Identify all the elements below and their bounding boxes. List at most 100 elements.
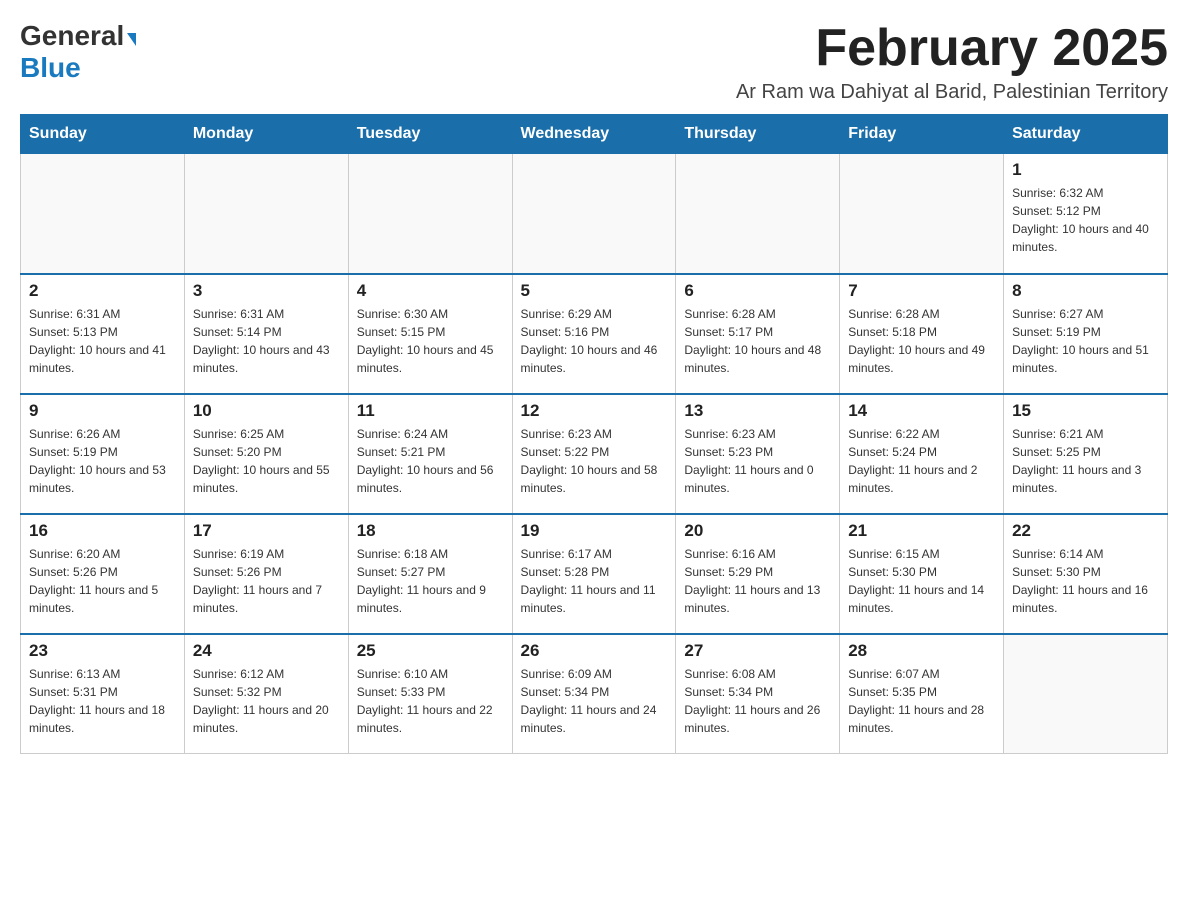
calendar-cell: 3 Sunrise: 6:31 AMSunset: 5:14 PMDaylight… xyxy=(184,274,348,394)
calendar-table: Sunday Monday Tuesday Wednesday Thursday… xyxy=(20,114,1168,754)
day-number: 19 xyxy=(521,521,668,541)
day-number: 26 xyxy=(521,641,668,661)
header-saturday: Saturday xyxy=(1004,115,1168,154)
weekday-header-row: Sunday Monday Tuesday Wednesday Thursday… xyxy=(21,115,1168,154)
day-info: Sunrise: 6:14 AMSunset: 5:30 PMDaylight:… xyxy=(1012,545,1159,617)
calendar-cell: 14 Sunrise: 6:22 AMSunset: 5:24 PMDayligh… xyxy=(840,394,1004,514)
day-number: 22 xyxy=(1012,521,1159,541)
calendar-subtitle: Ar Ram wa Dahiyat al Barid, Palestinian … xyxy=(736,81,1168,104)
header-sunday: Sunday xyxy=(21,115,185,154)
day-number: 15 xyxy=(1012,401,1159,421)
calendar-cell: 6 Sunrise: 6:28 AMSunset: 5:17 PMDaylight… xyxy=(676,274,840,394)
calendar-cell: 10Sunrise: 6:25 AMSunset: 5:20 PMDayligh… xyxy=(184,394,348,514)
calendar-cell: 24Sunrise: 6:12 AMSunset: 5:32 PMDayligh… xyxy=(184,634,348,754)
calendar-cell: 11 Sunrise: 6:24 AMSunset: 5:21 PMDayligh… xyxy=(348,394,512,514)
logo: General Blue xyxy=(20,20,136,84)
calendar-cell: 9Sunrise: 6:26 AMSunset: 5:19 PMDaylight… xyxy=(21,394,185,514)
calendar-cell: 28Sunrise: 6:07 AMSunset: 5:35 PMDayligh… xyxy=(840,634,1004,754)
header-friday: Friday xyxy=(840,115,1004,154)
logo-arrow-icon xyxy=(127,33,136,46)
calendar-cell: 26 Sunrise: 6:09 AMSunset: 5:34 PMDayligh… xyxy=(512,634,676,754)
calendar-cell xyxy=(1004,634,1168,754)
calendar-cell xyxy=(676,154,840,274)
day-info: Sunrise: 6:10 AMSunset: 5:33 PMDaylight:… xyxy=(357,665,504,737)
day-number: 12 xyxy=(521,401,668,421)
day-info: Sunrise: 6:29 AMSunset: 5:16 PMDaylight:… xyxy=(521,305,668,377)
day-number: 5 xyxy=(521,281,668,301)
header-thursday: Thursday xyxy=(676,115,840,154)
day-info: Sunrise: 6:28 AMSunset: 5:18 PMDaylight:… xyxy=(848,305,995,377)
day-number: 23 xyxy=(29,641,176,661)
calendar-cell: 8 Sunrise: 6:27 AMSunset: 5:19 PMDaylight… xyxy=(1004,274,1168,394)
calendar-cell xyxy=(512,154,676,274)
day-number: 4 xyxy=(357,281,504,301)
header-monday: Monday xyxy=(184,115,348,154)
day-info: Sunrise: 6:19 AMSunset: 5:26 PMDaylight:… xyxy=(193,545,340,617)
page-header: General Blue February 2025 Ar Ram wa Dah… xyxy=(20,20,1168,104)
calendar-cell: 19 Sunrise: 6:17 AMSunset: 5:28 PMDayligh… xyxy=(512,514,676,634)
day-info: Sunrise: 6:21 AMSunset: 5:25 PMDaylight:… xyxy=(1012,425,1159,497)
calendar-cell: 12 Sunrise: 6:23 AMSunset: 5:22 PMDayligh… xyxy=(512,394,676,514)
calendar-cell: 27 Sunrise: 6:08 AMSunset: 5:34 PMDayligh… xyxy=(676,634,840,754)
day-info: Sunrise: 6:31 AMSunset: 5:13 PMDaylight:… xyxy=(29,305,176,377)
day-number: 18 xyxy=(357,521,504,541)
day-info: Sunrise: 6:13 AMSunset: 5:31 PMDaylight:… xyxy=(29,665,176,737)
day-info: Sunrise: 6:15 AMSunset: 5:30 PMDaylight:… xyxy=(848,545,995,617)
calendar-cell: 22 Sunrise: 6:14 AMSunset: 5:30 PMDayligh… xyxy=(1004,514,1168,634)
week-row-3: 16 Sunrise: 6:20 AMSunset: 5:26 PMDayligh… xyxy=(21,514,1168,634)
day-number: 1 xyxy=(1012,160,1159,180)
calendar-cell: 13 Sunrise: 6:23 AMSunset: 5:23 PMDayligh… xyxy=(676,394,840,514)
calendar-cell: 15 Sunrise: 6:21 AMSunset: 5:25 PMDayligh… xyxy=(1004,394,1168,514)
calendar-cell: 2 Sunrise: 6:31 AMSunset: 5:13 PMDaylight… xyxy=(21,274,185,394)
calendar-cell: 4 Sunrise: 6:30 AMSunset: 5:15 PMDaylight… xyxy=(348,274,512,394)
day-info: Sunrise: 6:23 AMSunset: 5:23 PMDaylight:… xyxy=(684,425,831,497)
day-info: Sunrise: 6:09 AMSunset: 5:34 PMDaylight:… xyxy=(521,665,668,737)
day-info: Sunrise: 6:32 AMSunset: 5:12 PMDaylight:… xyxy=(1012,184,1159,256)
day-info: Sunrise: 6:07 AMSunset: 5:35 PMDaylight:… xyxy=(848,665,995,737)
day-number: 25 xyxy=(357,641,504,661)
calendar-cell: 16 Sunrise: 6:20 AMSunset: 5:26 PMDayligh… xyxy=(21,514,185,634)
day-info: Sunrise: 6:24 AMSunset: 5:21 PMDaylight:… xyxy=(357,425,504,497)
day-number: 27 xyxy=(684,641,831,661)
day-info: Sunrise: 6:20 AMSunset: 5:26 PMDaylight:… xyxy=(29,545,176,617)
day-info: Sunrise: 6:22 AMSunset: 5:24 PMDaylight:… xyxy=(848,425,995,497)
day-info: Sunrise: 6:27 AMSunset: 5:19 PMDaylight:… xyxy=(1012,305,1159,377)
day-info: Sunrise: 6:31 AMSunset: 5:14 PMDaylight:… xyxy=(193,305,340,377)
day-number: 21 xyxy=(848,521,995,541)
calendar-cell: 20 Sunrise: 6:16 AMSunset: 5:29 PMDayligh… xyxy=(676,514,840,634)
week-row-2: 9Sunrise: 6:26 AMSunset: 5:19 PMDaylight… xyxy=(21,394,1168,514)
calendar-cell xyxy=(348,154,512,274)
day-number: 8 xyxy=(1012,281,1159,301)
day-info: Sunrise: 6:23 AMSunset: 5:22 PMDaylight:… xyxy=(521,425,668,497)
day-number: 6 xyxy=(684,281,831,301)
day-number: 16 xyxy=(29,521,176,541)
day-number: 9 xyxy=(29,401,176,421)
calendar-cell xyxy=(840,154,1004,274)
calendar-cell: 17 Sunrise: 6:19 AMSunset: 5:26 PMDayligh… xyxy=(184,514,348,634)
day-number: 2 xyxy=(29,281,176,301)
day-number: 20 xyxy=(684,521,831,541)
week-row-1: 2 Sunrise: 6:31 AMSunset: 5:13 PMDaylight… xyxy=(21,274,1168,394)
logo-blue: Blue xyxy=(20,52,81,84)
day-number: 7 xyxy=(848,281,995,301)
day-info: Sunrise: 6:28 AMSunset: 5:17 PMDaylight:… xyxy=(684,305,831,377)
day-number: 17 xyxy=(193,521,340,541)
calendar-cell xyxy=(21,154,185,274)
calendar-title: February 2025 xyxy=(736,20,1168,77)
day-number: 3 xyxy=(193,281,340,301)
calendar-cell: 25 Sunrise: 6:10 AMSunset: 5:33 PMDayligh… xyxy=(348,634,512,754)
logo-general: General xyxy=(20,20,124,52)
day-info: Sunrise: 6:25 AMSunset: 5:20 PMDaylight:… xyxy=(193,425,340,497)
day-info: Sunrise: 6:18 AMSunset: 5:27 PMDaylight:… xyxy=(357,545,504,617)
day-info: Sunrise: 6:17 AMSunset: 5:28 PMDaylight:… xyxy=(521,545,668,617)
day-number: 13 xyxy=(684,401,831,421)
title-section: February 2025 Ar Ram wa Dahiyat al Barid… xyxy=(736,20,1168,104)
header-tuesday: Tuesday xyxy=(348,115,512,154)
day-info: Sunrise: 6:08 AMSunset: 5:34 PMDaylight:… xyxy=(684,665,831,737)
day-number: 14 xyxy=(848,401,995,421)
day-number: 11 xyxy=(357,401,504,421)
week-row-0: 1 Sunrise: 6:32 AMSunset: 5:12 PMDaylight… xyxy=(21,154,1168,274)
day-info: Sunrise: 6:16 AMSunset: 5:29 PMDaylight:… xyxy=(684,545,831,617)
day-info: Sunrise: 6:30 AMSunset: 5:15 PMDaylight:… xyxy=(357,305,504,377)
calendar-cell: 7 Sunrise: 6:28 AMSunset: 5:18 PMDaylight… xyxy=(840,274,1004,394)
